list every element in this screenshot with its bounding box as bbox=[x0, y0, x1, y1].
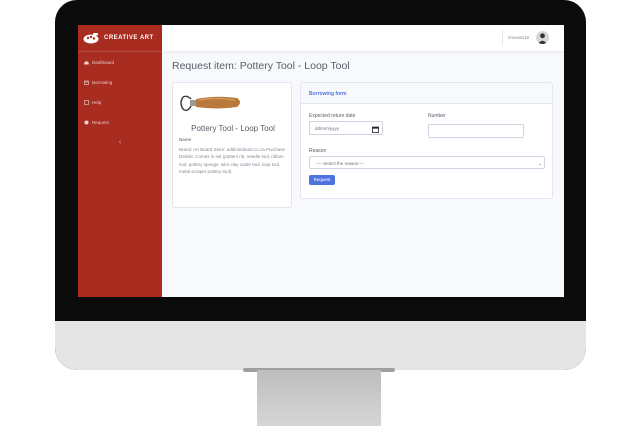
topbar-divider bbox=[502, 30, 503, 45]
palette-logo-icon bbox=[83, 32, 99, 43]
help-icon bbox=[84, 99, 89, 105]
dashboard-icon bbox=[84, 60, 89, 64]
loop-tool-image bbox=[180, 95, 240, 112]
sidebar-item-label: Dashboard bbox=[92, 59, 115, 65]
number-input[interactable] bbox=[428, 124, 524, 138]
request-button[interactable]: Request bbox=[309, 175, 335, 185]
brand-name: CREATIVE ART bbox=[104, 35, 154, 41]
item-name: Pottery Tool - Loop Tool bbox=[191, 124, 275, 133]
user-avatar-icon bbox=[538, 33, 547, 44]
item-card: Pottery Tool - Loop Tool Name Brand: Art… bbox=[172, 82, 292, 208]
return-date-input[interactable]: dd/mm/yyyy bbox=[309, 121, 383, 135]
chevron-down-icon: ⌄ bbox=[538, 160, 542, 166]
monitor-chin bbox=[55, 321, 586, 370]
brand[interactable]: CREATIVE ART bbox=[78, 25, 162, 52]
calendar-icon bbox=[84, 80, 89, 85]
reason-select[interactable]: ---- Select the reason---- ⌄ bbox=[309, 156, 545, 169]
borrowing-form-card: Borrowing form Expected return date dd/m… bbox=[300, 82, 553, 199]
return-date-label: Expected return date bbox=[309, 113, 356, 119]
sidebar-item-request[interactable]: Request bbox=[78, 112, 162, 132]
monitor-stand bbox=[257, 370, 381, 426]
page-title: Request item: Pottery Tool - Loop Tool bbox=[172, 60, 350, 72]
topbar: zmonari19 bbox=[162, 25, 564, 51]
sidebar-item-borrowing[interactable]: Borrowing bbox=[78, 72, 162, 92]
sidebar-toggle-button[interactable]: ‹ bbox=[116, 138, 125, 147]
sidebar-item-dashboard[interactable]: Dashboard bbox=[78, 52, 162, 72]
reason-selected-value: ---- Select the reason---- bbox=[316, 160, 365, 166]
username[interactable]: zmonari19 bbox=[508, 35, 529, 40]
reason-label: Reason bbox=[309, 148, 327, 154]
item-name-label: Name bbox=[179, 137, 192, 142]
screen: CREATIVE ART Dashboard Borrowing Help Re… bbox=[78, 25, 564, 297]
avatar[interactable] bbox=[536, 31, 549, 44]
calendar-icon[interactable] bbox=[372, 126, 379, 133]
item-description: Brand: Art Board Store: addictedtoart.co… bbox=[179, 147, 286, 175]
number-label: Number bbox=[428, 113, 446, 119]
request-icon bbox=[84, 120, 89, 124]
sidebar-item-help[interactable]: Help bbox=[78, 92, 162, 112]
sidebar-item-label: Request bbox=[92, 119, 109, 125]
sidebar-item-label: Borrowing bbox=[92, 79, 113, 85]
sidebar: CREATIVE ART Dashboard Borrowing Help Re… bbox=[78, 25, 162, 297]
form-header: Borrowing form bbox=[301, 83, 552, 104]
sidebar-item-label: Help bbox=[92, 99, 102, 105]
return-date-placeholder: dd/mm/yyyy bbox=[315, 126, 340, 131]
